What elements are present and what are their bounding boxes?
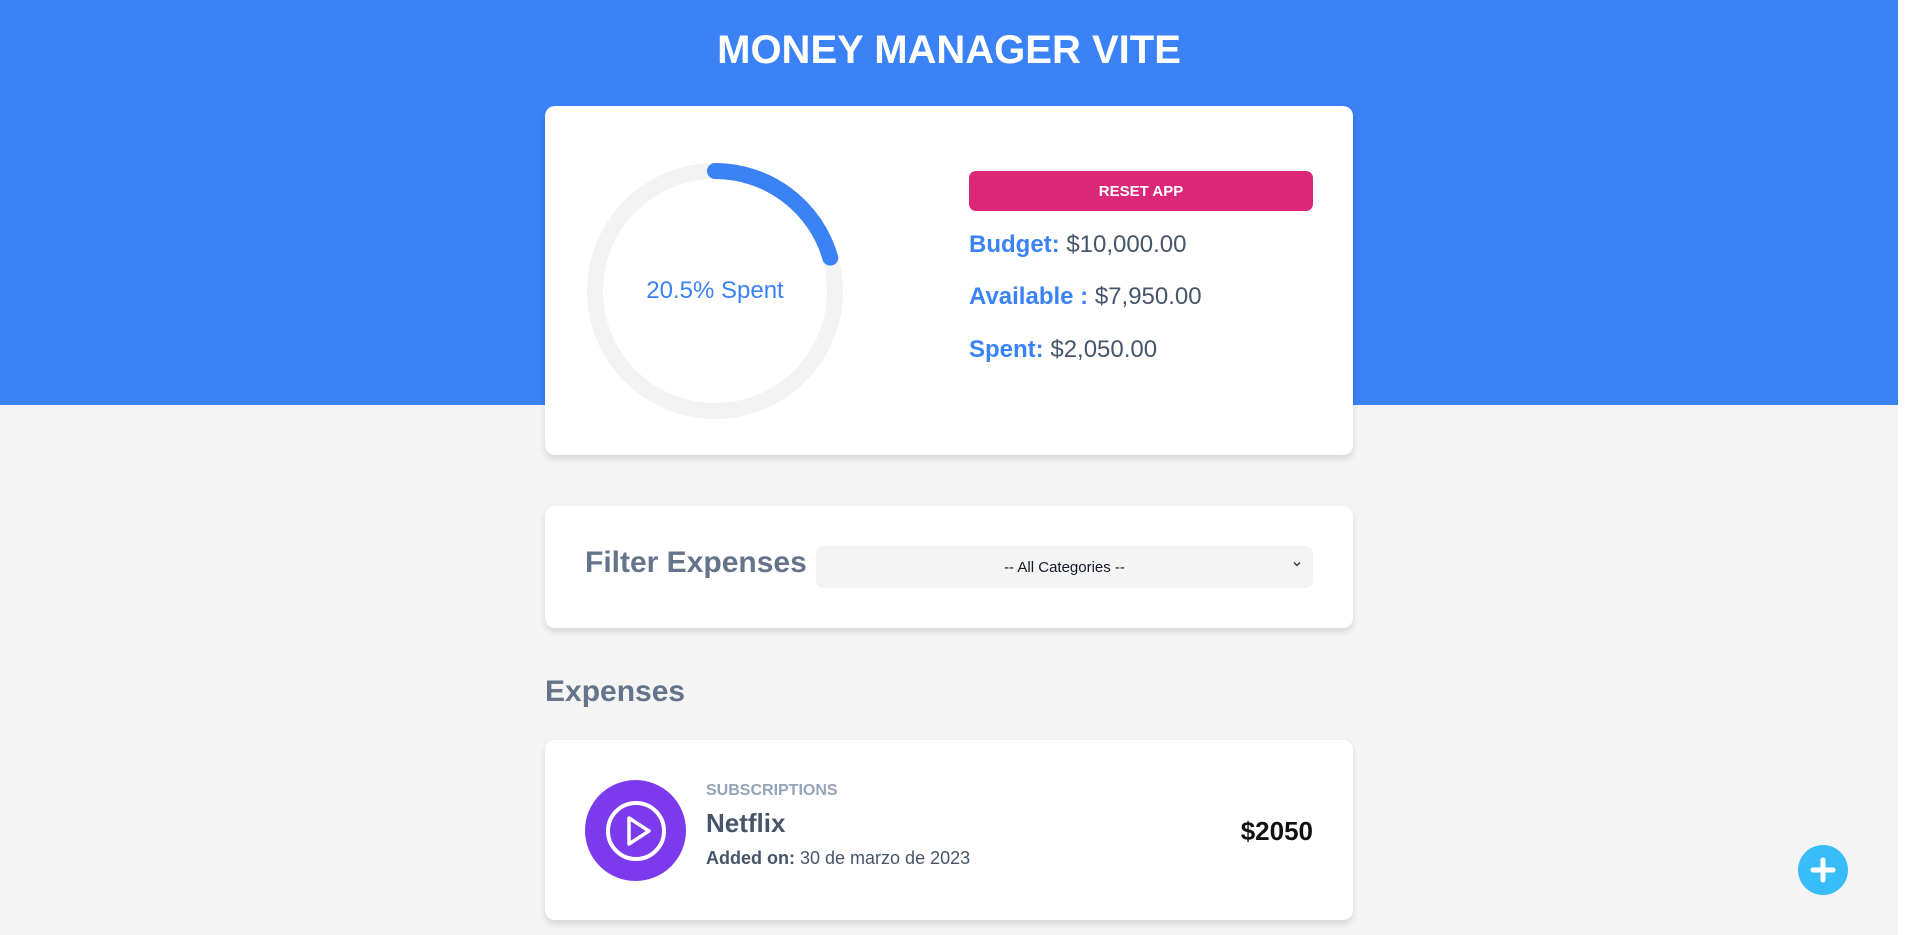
expense-item[interactable]: SUBSCRIPTIONS Netflix Added on: 30 de ma… <box>545 740 1353 920</box>
add-expense-button[interactable] <box>1798 845 1848 895</box>
app-title: MONEY MANAGER VITE <box>717 28 1181 72</box>
expense-date-label: Added on: <box>706 848 795 868</box>
page-background: MONEY MANAGER VITE 20.5% Spent RESET APP… <box>0 0 1898 935</box>
reset-app-button[interactable]: RESET APP <box>969 171 1313 211</box>
budget-value: $10,000.00 <box>1066 231 1187 258</box>
budget-label: Budget: <box>969 231 1060 258</box>
expense-name: Netflix <box>706 808 786 838</box>
expense-amount: $2050 <box>1240 816 1313 846</box>
subscriptions-category-avatar <box>585 780 686 881</box>
filter-label: Filter Expenses <box>585 546 807 579</box>
available-stat: Available : $7,950.00 <box>969 283 1202 311</box>
available-label: Available : <box>969 283 1089 310</box>
play-circle-icon <box>605 800 666 861</box>
spent-value: $2,050.00 <box>1050 336 1158 363</box>
chevron-down-icon <box>1293 562 1301 567</box>
plus-icon <box>1810 857 1836 883</box>
expense-date: Added on: 30 de marzo de 2023 <box>706 848 970 869</box>
expense-category: SUBSCRIPTIONS <box>706 782 838 799</box>
progress-label: 20.5% Spent <box>646 277 784 304</box>
category-filter-select[interactable]: -- All Categories -- <box>816 546 1313 588</box>
budget-card: 20.5% Spent RESET APP Budget: $10,000.00… <box>545 106 1353 455</box>
spent-label: Spent: <box>969 336 1044 363</box>
expense-date-value: 30 de marzo de 2023 <box>800 848 971 868</box>
category-filter-value: -- All Categories -- <box>1004 558 1125 576</box>
spent-stat: Spent: $2,050.00 <box>969 336 1157 364</box>
filter-card: Filter Expenses -- All Categories -- <box>545 506 1353 628</box>
available-value: $7,950.00 <box>1094 283 1202 310</box>
expenses-heading: Expenses <box>545 675 686 708</box>
budget-stat: Budget: $10,000.00 <box>969 231 1186 259</box>
